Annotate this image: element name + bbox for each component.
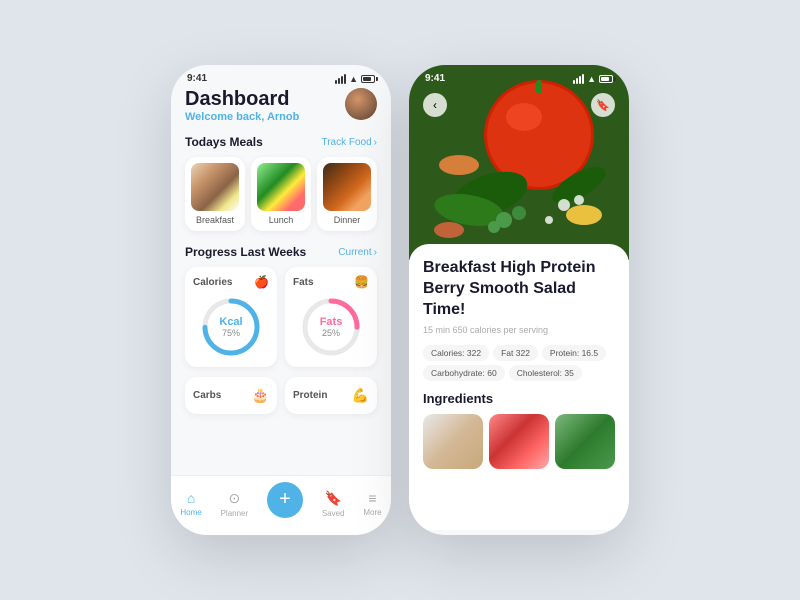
back-button[interactable]: ‹	[423, 93, 447, 117]
menu-icon: ≡	[368, 490, 376, 506]
nav-home-label: Home	[180, 508, 201, 517]
back-icon: ‹	[433, 98, 437, 112]
status-bar-right: 9:41 ▲	[409, 65, 629, 88]
nutrition-tag-carbs: Carbohydrate: 60	[423, 365, 505, 381]
status-icons: ▲	[335, 74, 375, 84]
ingredient-img-2	[489, 414, 549, 469]
dinner-image	[323, 163, 371, 211]
meal-cards: Breakfast Lunch Dinner	[185, 157, 377, 231]
chevron-right-icon2: ›	[374, 247, 377, 258]
fats-text: Fats 25%	[320, 316, 343, 338]
calories-card: Calories 🍎 Kcal 75%	[185, 267, 277, 367]
protein-label: Protein	[293, 390, 327, 401]
meal-card-breakfast[interactable]: Breakfast	[185, 157, 245, 231]
nutrition-tags: Calories: 322 Fat 322 Protein: 16.5 Carb…	[423, 345, 615, 381]
signal-right-icon	[573, 74, 584, 84]
fats-header: Fats 🍔	[293, 275, 369, 289]
battery-icon	[361, 75, 375, 83]
calories-header: Calories 🍎	[193, 275, 269, 289]
welcome-text: Welcome back, Arnob	[185, 111, 299, 123]
nutrition-tag-calories: Calories: 322	[423, 345, 489, 361]
bookmark-icon: 🔖	[324, 490, 341, 507]
recipe-hero-image: ‹ 🔖	[409, 65, 629, 260]
lunch-image	[257, 163, 305, 211]
protein-card: Protein 💪	[285, 377, 377, 414]
recipe-meta: 15 min 650 calories per serving	[423, 325, 615, 335]
time-right: 9:41	[425, 73, 445, 84]
ingredient-images	[423, 414, 615, 469]
fats-percent: 25%	[320, 328, 343, 338]
track-food-link[interactable]: Track Food ›	[321, 137, 377, 148]
burger-icon: 🍔	[354, 275, 369, 289]
battery-right-icon	[599, 75, 613, 83]
home-icon: ⌂	[187, 490, 195, 506]
carbs-card: Carbs 🎂	[185, 377, 277, 414]
nav-more[interactable]: ≡ More	[363, 490, 381, 517]
nav-add-button[interactable]: +	[267, 482, 303, 518]
recipe-content: Breakfast High Protein Berry Smooth Sala…	[409, 244, 629, 530]
dashboard-header: Dashboard Welcome back, Arnob	[185, 88, 377, 123]
nav-more-label: More	[363, 508, 381, 517]
left-phone: 9:41 ▲ Dashboard Welcome back, Arnob	[171, 65, 391, 535]
lunch-label: Lunch	[257, 215, 305, 225]
breakfast-image	[191, 163, 239, 211]
signal-icon	[335, 74, 346, 84]
breakfast-label: Breakfast	[191, 215, 239, 225]
nav-saved-label: Saved	[322, 509, 345, 518]
right-phone: 9:41 ▲	[409, 65, 629, 535]
carbs-label: Carbs	[193, 390, 221, 401]
apple-icon: 🍎	[254, 275, 269, 289]
ingredient-img-3	[555, 414, 615, 469]
bottom-stats: Carbs 🎂 Protein 💪	[185, 377, 377, 414]
status-icons-right: ▲	[573, 74, 613, 84]
nav-saved[interactable]: 🔖 Saved	[322, 490, 345, 518]
left-content: Dashboard Welcome back, Arnob Todays Mea…	[171, 88, 391, 498]
kcal-percent: 75%	[219, 328, 242, 338]
nav-home[interactable]: ⌂ Home	[180, 490, 201, 517]
cake-icon: 🎂	[252, 387, 269, 404]
nutrition-tag-protein: Protein: 16.5	[542, 345, 606, 361]
nutrition-tag-fat: Fat 322	[493, 345, 538, 361]
fats-title: Fats	[293, 277, 314, 288]
nutrition-tag-cholesterol: Cholesterol: 35	[509, 365, 582, 381]
muscle-icon: 💪	[352, 387, 369, 404]
fats-circle: Fats 25%	[293, 295, 369, 359]
meals-title: Todays Meals	[185, 135, 263, 149]
kcal-label: Kcal	[219, 316, 242, 328]
meal-card-lunch[interactable]: Lunch	[251, 157, 311, 231]
calories-title: Calories	[193, 277, 232, 288]
bottom-nav: ⌂ Home ⊙ Planner + 🔖 Saved ≡ More	[171, 475, 391, 535]
progress-grid: Calories 🍎 Kcal 75% Fats	[185, 267, 377, 367]
progress-title: Progress Last Weeks	[185, 245, 306, 259]
chevron-right-icon: ›	[374, 137, 377, 148]
calories-text: Kcal 75%	[219, 316, 242, 338]
dinner-label: Dinner	[323, 215, 371, 225]
recipe-title: Breakfast High Protein Berry Smooth Sala…	[423, 258, 615, 320]
current-link[interactable]: Current ›	[338, 247, 377, 258]
bookmark-button[interactable]: 🔖	[591, 93, 615, 117]
dashboard-title: Dashboard	[185, 88, 299, 111]
wifi-right-icon: ▲	[587, 74, 596, 84]
calories-circle: Kcal 75%	[193, 295, 269, 359]
meal-card-dinner[interactable]: Dinner	[317, 157, 377, 231]
search-icon: ⊙	[229, 490, 241, 507]
progress-section-header: Progress Last Weeks Current ›	[185, 245, 377, 259]
fats-label: Fats	[320, 316, 343, 328]
meals-section-header: Todays Meals Track Food ›	[185, 135, 377, 149]
avatar	[345, 88, 377, 120]
ingredients-title: Ingredients	[423, 391, 615, 406]
nav-planner[interactable]: ⊙ Planner	[221, 490, 249, 518]
fats-card: Fats 🍔 Fats 25%	[285, 267, 377, 367]
wifi-icon: ▲	[349, 74, 358, 84]
bookmark-save-icon: 🔖	[596, 99, 610, 112]
time-left: 9:41	[187, 73, 207, 84]
status-bar-left: 9:41 ▲	[171, 65, 391, 88]
header-text: Dashboard Welcome back, Arnob	[185, 88, 299, 123]
ingredient-img-1	[423, 414, 483, 469]
nav-planner-label: Planner	[221, 509, 249, 518]
plus-icon: +	[279, 488, 291, 511]
